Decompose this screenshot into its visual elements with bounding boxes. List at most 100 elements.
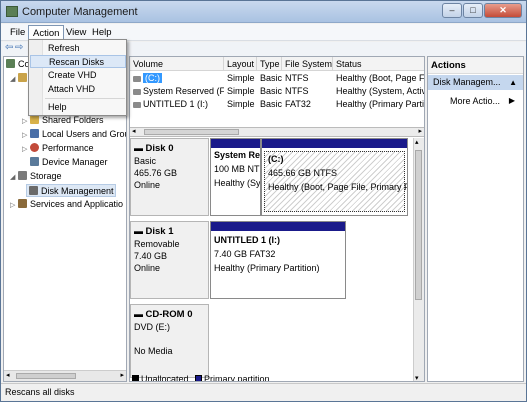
- disk-vertical-scrollbar[interactable]: ▴ ▾: [413, 138, 424, 381]
- tree-horizontal-scrollbar[interactable]: ◂ ▸: [4, 370, 126, 381]
- volume-status: Healthy (System, Activ: [336, 86, 424, 96]
- volume-row[interactable]: (C:) Simple Basic NTFS Healthy (Boot, Pa…: [130, 72, 424, 85]
- expand-triangle-icon: ◢: [10, 76, 16, 83]
- disk-icon: ▬: [134, 143, 143, 153]
- column-volume[interactable]: Volume: [130, 57, 224, 71]
- volume-row[interactable]: UNTITLED 1 (I:) Simple Basic FAT32 Healt…: [130, 98, 424, 111]
- tree-item-label: Disk Management: [41, 186, 114, 196]
- partition-line: 7.40 GB FAT32: [214, 249, 276, 259]
- menu-item-help[interactable]: Help: [30, 101, 126, 114]
- collapse-arrow-icon[interactable]: ▲: [509, 75, 517, 90]
- scroll-right-icon[interactable]: ▸: [120, 371, 124, 379]
- minimize-button[interactable]: –: [442, 3, 462, 18]
- partition-bar: [211, 139, 260, 148]
- disk-1-info[interactable]: ▬ Disk 1 Removable 7.40 GB Online: [130, 221, 209, 299]
- computer-icon: [6, 59, 15, 68]
- device-manager-icon: [30, 157, 39, 166]
- scroll-right-icon[interactable]: ▸: [418, 127, 422, 135]
- tree-item-device-manager[interactable]: Device Manager: [30, 156, 108, 169]
- menu-action[interactable]: Action: [28, 25, 65, 40]
- disk-graphical-view: ▬ Disk 0 Basic 465.76 GB Online System R…: [130, 138, 412, 381]
- partition-health: Healthy (Primary Partition): [214, 263, 320, 273]
- tree-root[interactable]: Co: [6, 58, 30, 71]
- disk-kind: Basic: [134, 156, 157, 166]
- legend: Unallocated Primary partition: [132, 374, 270, 381]
- volume-type: Basic: [260, 86, 282, 96]
- actions-header: Actions: [428, 57, 523, 74]
- disk-icon: ▬: [134, 226, 143, 236]
- disk-0-info[interactable]: ▬ Disk 0 Basic 465.76 GB Online: [130, 138, 209, 216]
- disk-state: Online: [134, 180, 161, 190]
- scrollbar-thumb[interactable]: [415, 150, 422, 300]
- scroll-left-icon[interactable]: ◂: [132, 127, 136, 135]
- partition-c[interactable]: (C:) 465.66 GB NTFS Healthy (Boot, Page …: [261, 138, 408, 216]
- tree-item-label: Local Users and Group: [42, 129, 127, 139]
- column-status[interactable]: Status: [333, 57, 424, 71]
- scroll-down-icon[interactable]: ▾: [415, 374, 419, 381]
- volume-layout: Simple: [227, 73, 255, 83]
- disk-name: Disk 0: [145, 143, 174, 154]
- menu-help[interactable]: Help: [88, 25, 116, 40]
- tree-item-label: Device Manager: [42, 157, 108, 167]
- back-arrow-icon[interactable]: ⇦: [5, 42, 13, 53]
- forward-arrow-icon[interactable]: ⇨: [15, 42, 23, 53]
- collapsed-arrow-icon: ▷: [22, 146, 28, 153]
- menu-view[interactable]: View: [62, 25, 90, 40]
- expanded-arrow-icon: ◢: [10, 174, 16, 181]
- actions-disk-management[interactable]: Disk Managem... ▲: [428, 75, 523, 90]
- title-bar: Computer Management – □ ✕: [1, 1, 526, 23]
- tree-item-performance[interactable]: ▷ Performance: [22, 142, 94, 155]
- disk-state: Online: [134, 263, 161, 273]
- computer-management-icon: [6, 6, 18, 17]
- maximize-button[interactable]: □: [463, 3, 483, 18]
- column-file-system[interactable]: File System: [282, 57, 333, 71]
- cdrom-0-info[interactable]: ▬ CD-ROM 0 DVD (E:) No Media: [130, 304, 209, 378]
- volume-layout: Simple: [227, 86, 255, 96]
- disk-size: 465.76 GB: [134, 168, 178, 178]
- disk-kind: DVD (E:): [134, 322, 170, 332]
- volume-name: System Reserved (F:): [143, 86, 224, 96]
- scrollbar-thumb[interactable]: [144, 129, 239, 135]
- partition-health: Healthy (Sy: [214, 178, 261, 188]
- disk-name: CD-ROM 0: [145, 309, 193, 320]
- partition-system-reserved[interactable]: System Re 100 MB NT Healthy (Sy: [210, 138, 261, 216]
- submenu-arrow-icon: ▶: [508, 96, 515, 105]
- partition-untitled-1[interactable]: UNTITLED 1 (I:) 7.40 GB FAT32 Healthy (P…: [210, 221, 346, 299]
- scroll-left-icon[interactable]: ◂: [6, 371, 10, 379]
- menu-separator: [45, 98, 125, 99]
- menu-item-refresh[interactable]: Refresh: [30, 42, 126, 55]
- column-type[interactable]: Type: [257, 57, 282, 71]
- tree-item-local-users[interactable]: ▷ Local Users and Group: [22, 128, 127, 141]
- tools-icon: [18, 73, 27, 82]
- tree-item-services[interactable]: ▷ Services and Applicatio: [10, 198, 123, 211]
- partition-health: Healthy (Boot, Page File, Primary Pa: [268, 182, 408, 192]
- pane-splitter[interactable]: ◂ ▸: [130, 127, 424, 137]
- unallocated-swatch: [132, 375, 139, 381]
- collapsed-arrow-icon: ▷: [22, 132, 28, 139]
- tree-item-storage[interactable]: ◢ Storage: [10, 170, 62, 183]
- scroll-up-icon[interactable]: ▴: [415, 138, 419, 146]
- menu-file[interactable]: File: [6, 25, 29, 40]
- volume-file-system: FAT32: [285, 99, 311, 109]
- cdrom-icon: ▬: [134, 309, 143, 319]
- volume-row[interactable]: System Reserved (F:) Simple Basic NTFS H…: [130, 85, 424, 98]
- performance-icon: [30, 143, 39, 152]
- menu-item-create-vhd[interactable]: Create VHD: [30, 69, 126, 82]
- actions-pane: Actions Disk Managem... ▲ More Actio... …: [427, 56, 524, 382]
- tree-item-disk-management[interactable]: Disk Management: [26, 184, 116, 197]
- close-button[interactable]: ✕: [484, 3, 522, 18]
- tree-expander[interactable]: ◢: [10, 72, 30, 85]
- menu-item-attach-vhd[interactable]: Attach VHD: [30, 83, 126, 96]
- volume-list-header: Volume Layout Type File System Status: [130, 57, 424, 71]
- collapsed-arrow-icon: ▷: [22, 118, 28, 125]
- folder-icon: [30, 115, 39, 124]
- menu-item-rescan-disks[interactable]: Rescan Disks: [30, 55, 126, 68]
- scrollbar-thumb[interactable]: [16, 373, 76, 379]
- column-layout[interactable]: Layout: [224, 57, 257, 71]
- volume-name: UNTITLED 1 (I:): [143, 99, 209, 109]
- volume-status: Healthy (Boot, Page F: [336, 73, 424, 83]
- actions-sub-label: Disk Managem...: [433, 77, 501, 87]
- more-actions[interactable]: More Actio... ▶: [428, 94, 523, 108]
- status-bar: Rescans all disks: [1, 383, 526, 401]
- partition-bar: [211, 222, 345, 231]
